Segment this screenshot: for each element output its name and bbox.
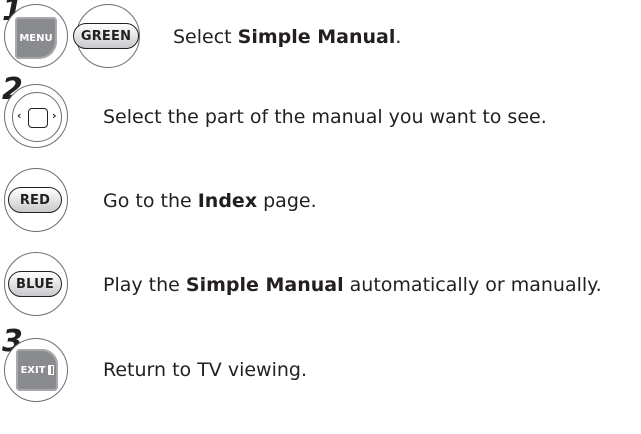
exit-key-label: EXIT [20, 364, 46, 376]
step2-instruction: Select the part of the manual you want t… [103, 106, 547, 128]
blue-key: BLUE [8, 271, 62, 297]
red-text-pre: Go to the [103, 190, 198, 212]
navigation-pad-icon: ‹ › [12, 92, 62, 142]
red-key-circle: RED [4, 168, 68, 232]
menu-key: MENU [15, 17, 57, 59]
red-text-post: page. [257, 190, 317, 212]
red-instruction: Go to the Index page. [103, 189, 317, 213]
nav-key-circle: ‹ › [4, 84, 68, 148]
blue-instruction: Play the Simple Manual automatically or … [103, 273, 602, 297]
blue-text-bold: Simple Manual [185, 274, 344, 296]
step1-text-bold: Simple Manual [237, 26, 396, 48]
blue-text-pre: Play the [103, 274, 186, 296]
menu-key-circle: MENU [4, 4, 68, 68]
green-key-circle: GREEN [73, 4, 140, 68]
step1-text-pre: Select [173, 26, 238, 48]
step1-text-post: . [395, 26, 402, 48]
exit-key-circle: EXIT [4, 338, 68, 402]
red-text-bold: Index [197, 190, 258, 212]
step1-instruction: Select Simple Manual. [173, 25, 401, 49]
nav-left-arrow-icon: ‹ [17, 109, 22, 122]
blue-text-post: automatically or manually. [343, 274, 602, 296]
exit-key: EXIT [16, 349, 58, 391]
nav-right-arrow-icon: › [52, 109, 57, 122]
exit-door-icon [47, 365, 54, 375]
blue-key-circle: BLUE [4, 252, 68, 316]
green-key: GREEN [73, 23, 139, 49]
step3-instruction: Return to TV viewing. [103, 359, 308, 381]
red-key: RED [8, 187, 62, 213]
nav-center-button-icon [28, 108, 48, 128]
